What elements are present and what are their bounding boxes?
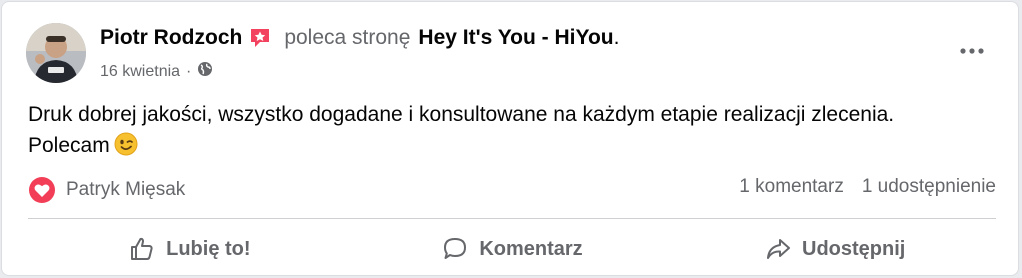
action-bar: Lubię to! Komentarz Udostępnij [28, 228, 996, 270]
post-text-line-1: Druk dobrej jakości, wszystko dogadane i… [28, 103, 895, 126]
thumbs-up-icon [131, 237, 153, 260]
globe-icon [197, 61, 213, 82]
meta-separator: · [186, 62, 192, 80]
post-card: Piotr Rodzoch poleca stronę Hey It's You… [1, 1, 1019, 276]
page-suffix: . [613, 26, 620, 49]
post-text-closing: Polecam [28, 134, 110, 157]
post-text-line-2: Polecam [28, 130, 988, 161]
engagement-counts: 1 komentarz 1 udostępnienie [739, 176, 996, 198]
recommend-badge-icon [248, 26, 272, 50]
page-name-link[interactable]: Hey It's You - HiYou [418, 26, 613, 50]
comment-button[interactable]: Komentarz [351, 228, 674, 270]
post-header: Piotr Rodzoch poleca stronę Hey It's You… [100, 26, 619, 50]
share-button[interactable]: Udostępnij [673, 228, 996, 270]
comment-icon [444, 238, 467, 259]
more-options-icon [960, 48, 984, 54]
more-options-button[interactable] [952, 34, 992, 68]
avatar-image [26, 23, 86, 83]
heart-reaction-icon [28, 176, 56, 204]
wink-emoji-icon [114, 132, 138, 156]
like-button[interactable]: Lubię to! [28, 228, 351, 270]
share-icon [767, 239, 790, 259]
comments-count[interactable]: 1 komentarz [739, 176, 844, 198]
post-text: Druk dobrej jakości, wszystko dogadane i… [28, 99, 988, 161]
share-button-label: Udostępnij [802, 237, 906, 260]
comment-button-label: Komentarz [479, 237, 583, 260]
reaction-summary[interactable]: Patryk Mięsak [28, 176, 185, 204]
post-meta: 16 kwietnia · [100, 61, 213, 82]
avatar[interactable] [26, 23, 86, 83]
post-date[interactable]: 16 kwietnia [100, 63, 180, 81]
like-button-label: Lubię to! [166, 237, 251, 260]
divider [28, 218, 996, 219]
reaction-user-name: Patryk Mięsak [66, 179, 186, 200]
recommends-text: poleca stronę [284, 26, 411, 49]
author-name[interactable]: Piotr Rodzoch [100, 26, 242, 50]
shares-count[interactable]: 1 udostępnienie [862, 176, 996, 198]
